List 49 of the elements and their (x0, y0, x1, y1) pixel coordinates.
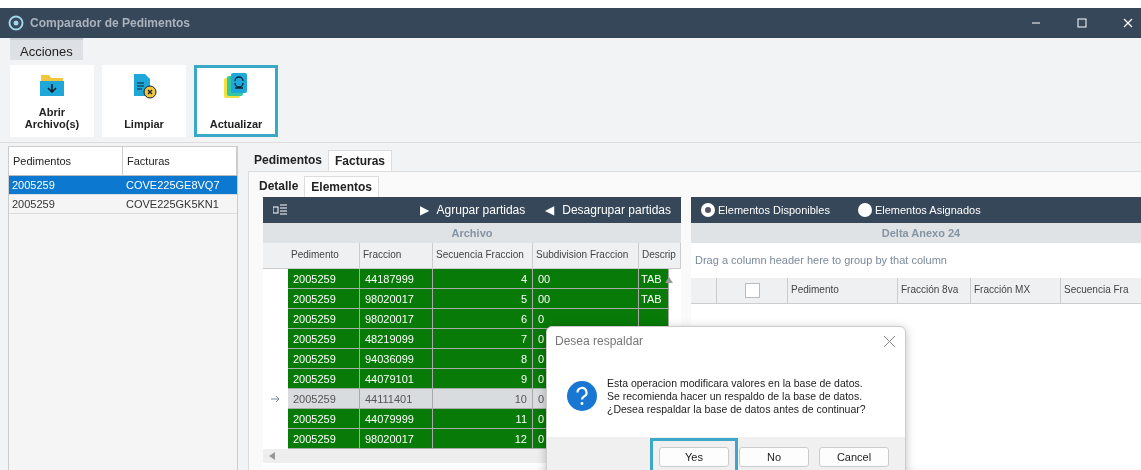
list-row[interactable]: 2005259 COVE225GE8VQ7 (9, 176, 237, 195)
group-panel-hint: Drag a column header here to group by that column (694, 253, 948, 268)
maximize-icon[interactable] (1077, 18, 1087, 28)
grid-row[interactable]: 2005259 98020017 5 00 TAB (263, 289, 681, 309)
column-header[interactable]: Facturas (123, 147, 237, 175)
clear-button[interactable]: Limpiar (102, 65, 186, 137)
dialog-button[interactable]: Cancel (819, 447, 889, 467)
question-icon (567, 381, 597, 411)
dialog-button[interactable]: Yes (659, 447, 729, 467)
toolbar-button[interactable]: ◀ Desagrupar partidas (545, 203, 671, 217)
folder-icon (38, 72, 66, 98)
tab[interactable]: Facturas (328, 150, 393, 171)
column-header[interactable]: Fraccion (360, 243, 433, 268)
radio-button[interactable] (701, 203, 715, 217)
scroll-up-icon[interactable] (665, 277, 673, 283)
refresh-button[interactable]: Actualizar (194, 65, 278, 137)
column-header[interactable]: Fracción 8va (898, 278, 971, 303)
column-header[interactable]: Pedimento (288, 243, 360, 268)
documents-refresh-icon (222, 72, 250, 100)
column-header[interactable]: Secuencia Fra (1061, 278, 1141, 303)
radio-option[interactable]: Elementos Asignados (857, 203, 981, 217)
band-header: Archivo (263, 223, 681, 243)
dialog-title: Desea respaldar (555, 334, 644, 348)
grid-row[interactable]: 2005259 44187999 4 00 TAB (263, 269, 681, 289)
column-header[interactable]: Pedimentos (9, 147, 123, 175)
open-files-button[interactable]: Abrir Archivo(s) (10, 65, 94, 137)
dialog-message: ¿Desea respaldar la base de datos antes de continuar? (607, 402, 866, 416)
dialog-button[interactable]: No (739, 447, 809, 467)
radio-option[interactable]: Elementos Disponibles (701, 203, 830, 217)
window-title: Comparador de Pedimentos (30, 16, 191, 30)
tab[interactable]: Detalle (253, 176, 305, 197)
ribbon-tab[interactable]: Acciones (10, 38, 83, 60)
column-header[interactable]: Subdivision Fraccion (533, 243, 639, 268)
dialog-message: Esta operacion modificara valores en la base de datos. (607, 376, 864, 390)
select-all-checkbox[interactable] (744, 283, 760, 298)
column-header[interactable]: Descrip (639, 243, 681, 268)
row-indicator-arrow-icon (270, 395, 281, 403)
column-chooser-icon[interactable] (273, 204, 287, 216)
band-header: Delta Anexo 24 (691, 223, 1141, 243)
toolbar-button[interactable]: ▶ Agrupar partidas (419, 203, 526, 217)
dialog-message: Se recomienda hacer un respaldo de la base de datos. (607, 389, 864, 403)
list-row[interactable]: 2005259 COVE225GK5KN1 (9, 195, 237, 214)
grid-row[interactable]: 2005259 98020017 6 0 (263, 309, 681, 329)
tab[interactable]: Elementos (304, 176, 380, 197)
column-header[interactable]: Secuencia Fraccion (433, 243, 533, 268)
radio-button[interactable] (857, 203, 872, 217)
tab[interactable]: Pedimentos (248, 150, 328, 171)
column-header[interactable]: Fracción MX (971, 278, 1061, 303)
column-header[interactable]: Pedimento (788, 278, 898, 303)
